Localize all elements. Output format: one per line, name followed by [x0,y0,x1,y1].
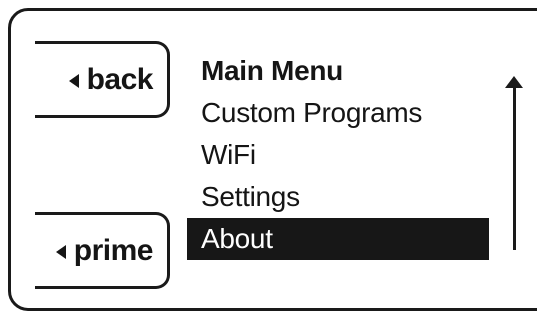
menu-item-custom-programs[interactable]: Custom Programs [187,92,489,134]
left-triangle-icon [68,73,79,88]
back-button-label: back [86,62,154,96]
left-triangle-icon [55,244,66,259]
menu-item-wifi[interactable]: WiFi [187,134,489,176]
back-button[interactable]: back [35,41,170,118]
scrollbar-track[interactable] [513,80,516,250]
main-menu: Main Menu Custom Programs WiFi Settings … [187,50,489,260]
prime-button-label: prime [73,233,154,267]
menu-item-about[interactable]: About [187,218,489,260]
menu-item-settings[interactable]: Settings [187,176,489,218]
menu-title: Main Menu [201,55,343,86]
prime-button[interactable]: prime [35,212,170,289]
